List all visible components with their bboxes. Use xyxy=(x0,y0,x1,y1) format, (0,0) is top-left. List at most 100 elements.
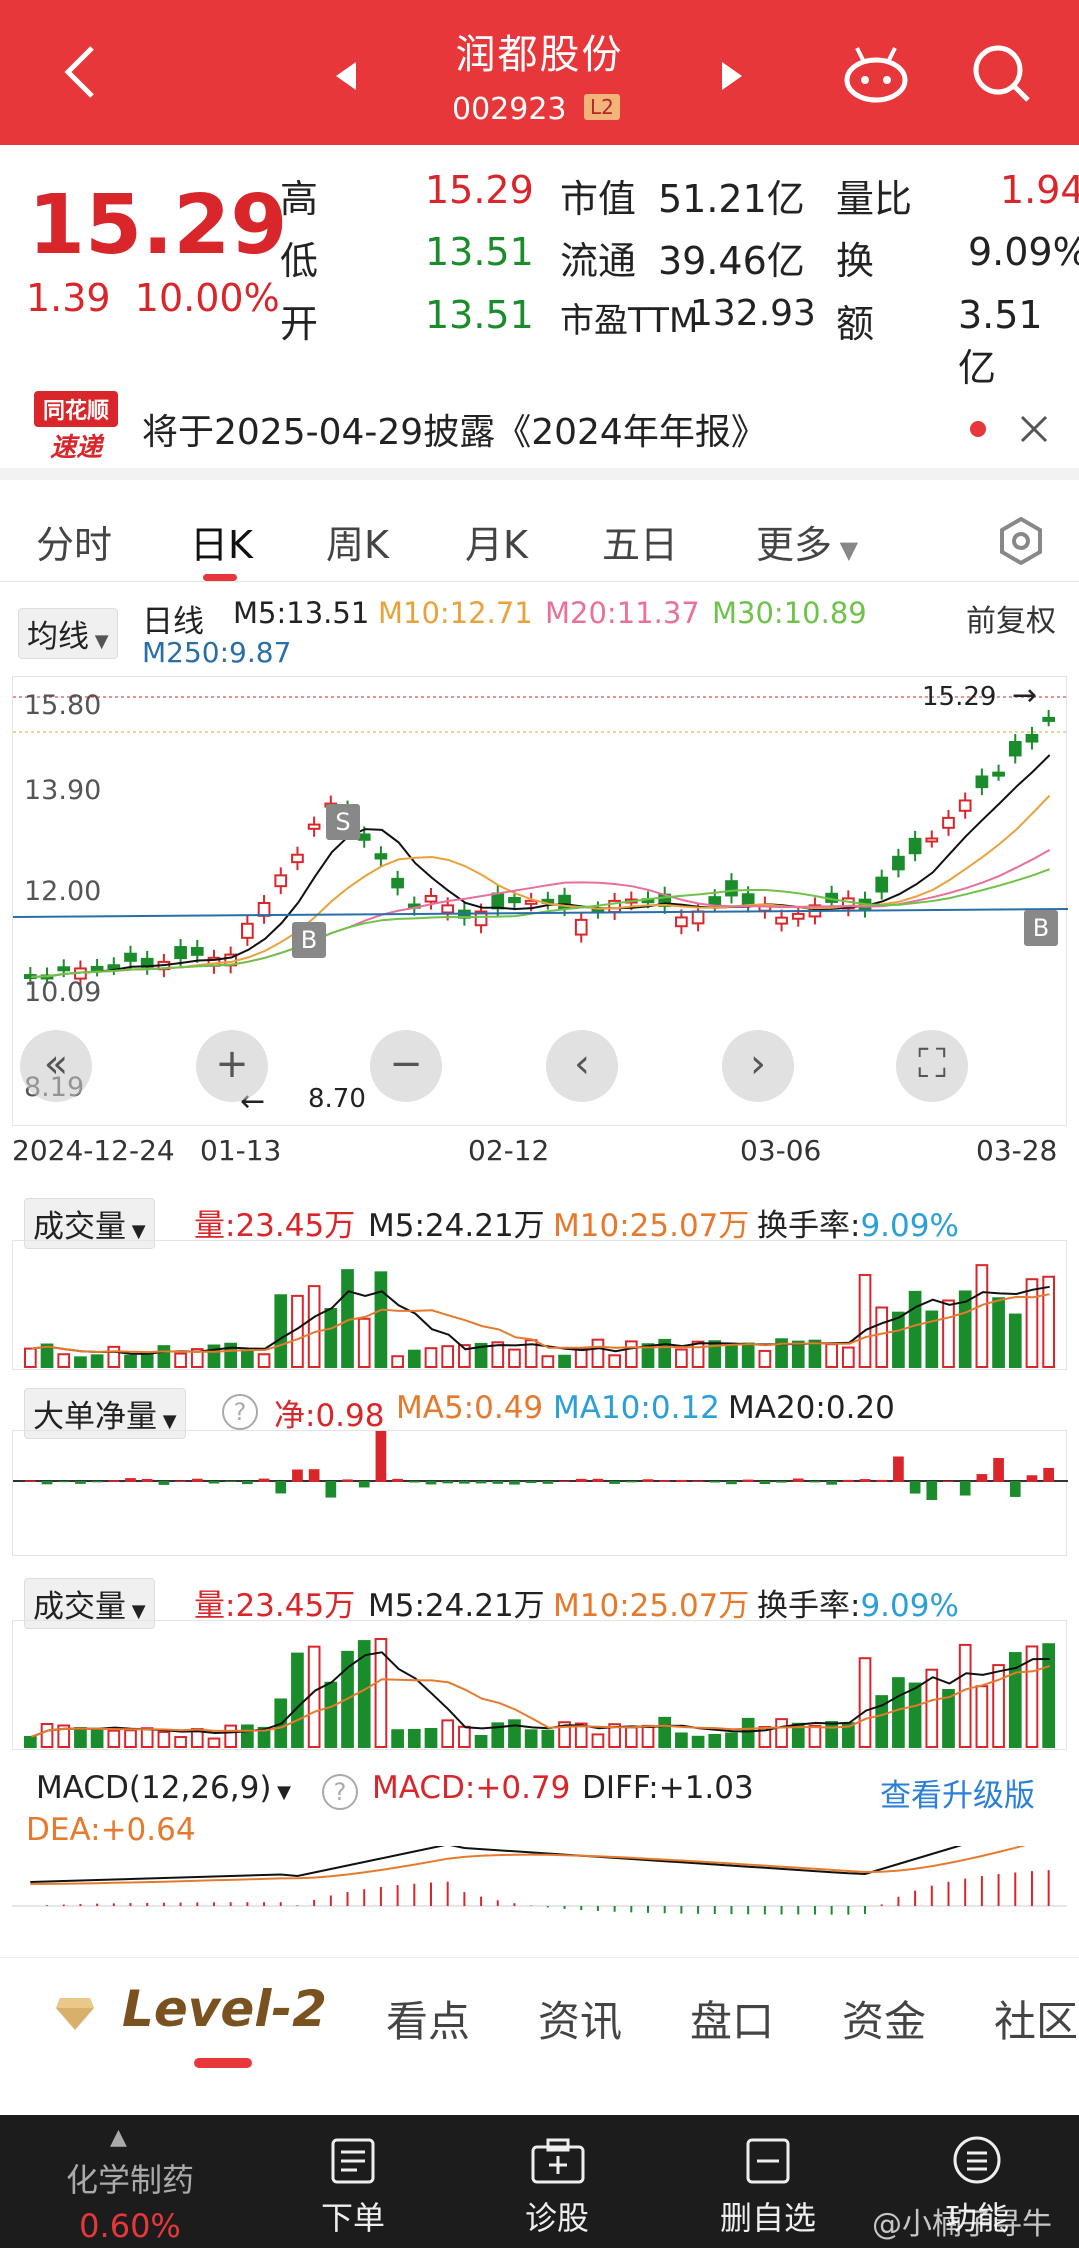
volume-bar xyxy=(741,1717,755,1748)
net-bar xyxy=(442,1481,454,1484)
last-price-label: 15.29 xyxy=(922,682,997,712)
robot-icon[interactable] xyxy=(843,44,909,108)
remove-watchlist-button[interactable]: 删自选 xyxy=(700,2193,836,2239)
tab-level2[interactable]: Level-2 xyxy=(122,1980,327,2038)
volume-bar xyxy=(124,1354,137,1368)
high-label: 高 xyxy=(280,177,319,221)
candle-body xyxy=(90,965,104,971)
sector-name[interactable]: 化学制药 xyxy=(40,2155,220,2201)
scroll-right-button[interactable]: › xyxy=(722,1030,794,1102)
volume-bar xyxy=(407,1349,421,1368)
net-bar xyxy=(1009,1481,1021,1497)
volume-svg xyxy=(24,1264,1055,1369)
ma5-legend: M5:13.51 xyxy=(233,596,370,630)
date-tick: 2024-12-24 xyxy=(12,1134,175,1167)
net-bar xyxy=(993,1457,1004,1482)
net-bar xyxy=(826,1481,837,1485)
volume-bar xyxy=(858,1657,872,1748)
volume-bar xyxy=(424,1347,438,1369)
macd-upgrade-link[interactable]: 查看升级版 xyxy=(880,1770,1035,1815)
tab-intraday[interactable]: 分时 xyxy=(36,514,112,569)
chevron-up-icon[interactable]: ▲ xyxy=(110,2125,127,2150)
volume-bar xyxy=(725,1732,738,1749)
zoom-out-double-left-button[interactable]: « xyxy=(20,1030,92,1102)
chevron-down-icon: ▼ xyxy=(157,1411,177,1432)
macd-chart[interactable] xyxy=(12,1818,1067,1938)
price-tick: 15.80 xyxy=(24,690,102,721)
volume-chart[interactable] xyxy=(12,1240,1067,1370)
fullscreen-button[interactable]: ⛶ xyxy=(896,1030,968,1102)
macd-diff: DIFF:+1.03 xyxy=(582,1770,754,1806)
indicator-selector[interactable]: 均线 ▼ xyxy=(18,608,118,659)
volume-bar xyxy=(942,1299,955,1368)
volume-chart[interactable] xyxy=(12,1620,1067,1750)
volume-bar xyxy=(908,1682,922,1748)
candle-body xyxy=(992,771,1005,777)
settings-icon[interactable] xyxy=(996,516,1046,570)
tab-orderbook[interactable]: 盘口 xyxy=(690,1988,774,2049)
mktcap-value: 51.21亿 xyxy=(658,177,805,221)
volume-bar xyxy=(274,1294,288,1368)
tab-highlights[interactable]: 看点 xyxy=(386,1988,470,2049)
date-tick: 03-06 xyxy=(740,1134,822,1167)
volume-m5: M5:24.21万 xyxy=(368,1588,545,1624)
tab-funds[interactable]: 资金 xyxy=(842,1988,926,2049)
tab-community[interactable]: 社区 xyxy=(994,1988,1079,2049)
title-bar: 润都股份 002923 L2 xyxy=(0,0,1079,145)
volume-bar xyxy=(708,1733,722,1748)
volume-bar xyxy=(524,1729,538,1749)
net-bar xyxy=(425,1481,437,1485)
tab-weekly-k[interactable]: 周K xyxy=(326,514,389,569)
close-icon[interactable] xyxy=(1018,413,1050,449)
scroll-left-button[interactable]: ‹ xyxy=(546,1030,618,1102)
net-bar xyxy=(575,1478,587,1482)
bigorder-ma20: MA20:0.20 xyxy=(728,1390,895,1426)
tab-daily-k[interactable]: 日K xyxy=(190,514,253,569)
volume-bar xyxy=(441,1345,455,1368)
tab-more[interactable]: 更多 ▼ xyxy=(756,514,858,569)
net-bar xyxy=(175,1480,186,1482)
macd-selector[interactable]: MACD(12,26,9) ▼ xyxy=(36,1770,291,1806)
candle-body xyxy=(791,912,805,920)
ma30-legend: M30:10.89 xyxy=(712,596,867,630)
net-bar xyxy=(141,1478,153,1482)
tab-five-day[interactable]: 五日 xyxy=(602,514,678,569)
tab-monthly-k[interactable]: 月K xyxy=(465,514,528,569)
next-stock-icon[interactable] xyxy=(720,60,744,96)
order-button[interactable]: 下单 xyxy=(290,2193,416,2239)
bigorder-ma10: MA10:0.12 xyxy=(553,1390,720,1426)
search-icon[interactable] xyxy=(970,42,1034,110)
turnover-rate: 换手率:9.09% xyxy=(757,1200,959,1245)
volume-bar xyxy=(591,1338,605,1368)
volume-bar xyxy=(791,1340,805,1368)
volume-bar xyxy=(324,1308,338,1368)
volume-bar xyxy=(892,1677,905,1748)
help-icon[interactable]: ? xyxy=(322,1774,358,1810)
volume-bar xyxy=(1025,1278,1039,1368)
bigorder-chart[interactable] xyxy=(12,1421,1068,1556)
diagnose-button[interactable]: 诊股 xyxy=(494,2193,620,2239)
zoom-out-button[interactable]: − xyxy=(370,1030,442,1102)
candle-body xyxy=(107,964,121,970)
net-bar xyxy=(592,1478,604,1482)
price-tick: 13.90 xyxy=(24,775,102,806)
adjust-mode[interactable]: 前复权 xyxy=(966,596,1056,640)
ths-logo-top: 同花顺 xyxy=(34,391,118,427)
volume-bar xyxy=(508,1719,521,1748)
net-bar xyxy=(876,1479,888,1482)
tab-more-label: 更多 xyxy=(756,523,833,567)
candle-body xyxy=(374,853,388,860)
marker-sell: S xyxy=(326,804,360,840)
candle-body xyxy=(491,892,505,910)
zoom-in-button[interactable]: + xyxy=(196,1030,268,1102)
volume-m10: M10:25.07万 xyxy=(553,1588,750,1624)
tab-news[interactable]: 资讯 xyxy=(538,1988,622,2049)
net-bar xyxy=(191,1478,203,1482)
news-banner[interactable]: 同花顺 速递 将于2025-04-29披露《2024年年报》 xyxy=(0,375,1079,480)
price-change: 1.39 10.00% xyxy=(26,276,280,320)
volume-bar xyxy=(307,1285,321,1368)
candle-body xyxy=(892,855,905,871)
help-icon[interactable]: ? xyxy=(222,1394,258,1430)
volume-value: 量:23.45万 xyxy=(194,1208,356,1244)
volume-bar xyxy=(124,1729,137,1748)
